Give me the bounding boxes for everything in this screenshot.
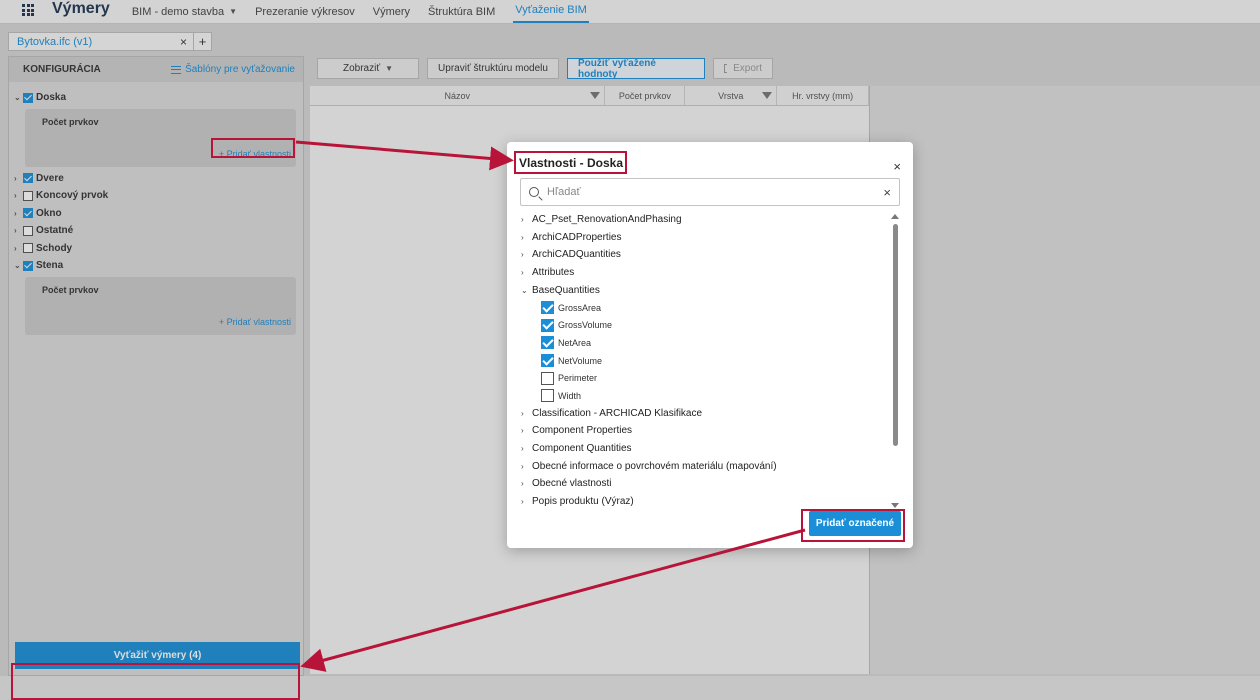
property-item[interactable]: GrossArea <box>521 299 881 317</box>
dialog-title: Vlastnosti - Doska <box>519 156 624 170</box>
scroll-down-icon[interactable] <box>891 503 899 508</box>
property-checkbox[interactable] <box>541 318 554 332</box>
chevron-right-icon[interactable]: › <box>521 233 532 242</box>
scrollbar-thumb[interactable] <box>892 224 898 446</box>
property-checkbox[interactable] <box>541 389 554 403</box>
scroll-up-icon[interactable] <box>891 214 899 219</box>
property-set-item[interactable]: › Component Quantities <box>521 440 881 458</box>
property-set-label: Classification - ARCHICAD Klasifikace <box>532 407 703 419</box>
property-set-item[interactable]: › Attributes <box>521 264 881 282</box>
property-label: NetVolume <box>558 355 603 366</box>
property-set-label: Component Properties <box>532 425 633 437</box>
property-set-item-expanded[interactable]: ⌄ BaseQuantities <box>521 281 881 299</box>
chevron-right-icon[interactable]: › <box>521 250 532 259</box>
properties-dialog: Vlastnosti - Doska × × › AC_Pset_Renovat… <box>507 142 913 548</box>
property-label: Width <box>558 390 582 401</box>
property-checkbox[interactable] <box>541 336 554 350</box>
property-set-item[interactable]: › Classification - ARCHICAD Klasifikace <box>521 405 881 423</box>
search-icon <box>529 187 539 197</box>
chevron-right-icon[interactable]: › <box>521 462 532 471</box>
property-item[interactable]: NetArea <box>521 334 881 352</box>
property-set-label: Obecné vlastnosti <box>532 478 612 490</box>
property-set-item[interactable]: › Obecné vlastnosti <box>521 475 881 493</box>
property-checkbox[interactable] <box>541 301 554 315</box>
property-set-label: Popis produktu (Výraz) <box>532 495 634 507</box>
add-selected-button[interactable]: Pridať označené <box>809 511 901 536</box>
chevron-right-icon[interactable]: › <box>521 479 532 488</box>
property-checkbox[interactable] <box>541 371 554 385</box>
property-label: GrossArea <box>558 302 602 313</box>
property-set-item[interactable]: › Obecné informace o povrchovém materiál… <box>521 457 881 475</box>
chevron-right-icon[interactable]: › <box>521 426 532 435</box>
property-set-item[interactable]: › ArchiCADProperties <box>521 229 881 247</box>
property-set-item[interactable]: › Component Properties <box>521 422 881 440</box>
chevron-right-icon[interactable]: › <box>521 497 532 506</box>
property-label: NetArea <box>558 337 592 348</box>
property-set-item[interactable]: › AC_Pset_RenovationAndPhasing <box>521 211 881 229</box>
property-set-label: ArchiCADProperties <box>532 231 622 243</box>
chevron-right-icon[interactable]: › <box>521 444 532 453</box>
search-box: × <box>520 178 900 206</box>
property-set-label: BaseQuantities <box>532 284 600 296</box>
search-input[interactable] <box>547 186 884 198</box>
property-set-item[interactable]: › Popis produktu (Výraz) <box>521 493 881 511</box>
property-set-label: AC_Pset_RenovationAndPhasing <box>532 214 682 226</box>
property-set-item[interactable]: › ArchiCADQuantities <box>521 246 881 264</box>
property-set-label: Attributes <box>532 267 575 279</box>
clear-search-icon[interactable]: × <box>883 185 891 200</box>
chevron-right-icon[interactable]: › <box>521 215 532 224</box>
chevron-right-icon[interactable]: › <box>521 268 532 277</box>
property-item[interactable]: Perimeter <box>521 369 881 387</box>
chevron-down-icon[interactable]: ⌄ <box>521 286 532 295</box>
close-icon[interactable]: × <box>893 159 901 174</box>
property-label: Perimeter <box>558 373 598 384</box>
chevron-right-icon[interactable]: › <box>521 409 532 418</box>
property-label: GrossVolume <box>558 320 613 331</box>
property-set-label: Component Quantities <box>532 443 632 455</box>
property-checkbox[interactable] <box>541 354 554 368</box>
property-set-label: Obecné informace o povrchovém materiálu … <box>532 460 777 472</box>
property-item[interactable]: NetVolume <box>521 352 881 370</box>
property-item[interactable]: Width <box>521 387 881 405</box>
property-item[interactable]: GrossVolume <box>521 317 881 335</box>
scrollbar[interactable] <box>891 214 899 508</box>
property-set-list: › AC_Pset_RenovationAndPhasing › ArchiCA… <box>521 211 881 511</box>
property-set-label: ArchiCADQuantities <box>532 249 621 261</box>
